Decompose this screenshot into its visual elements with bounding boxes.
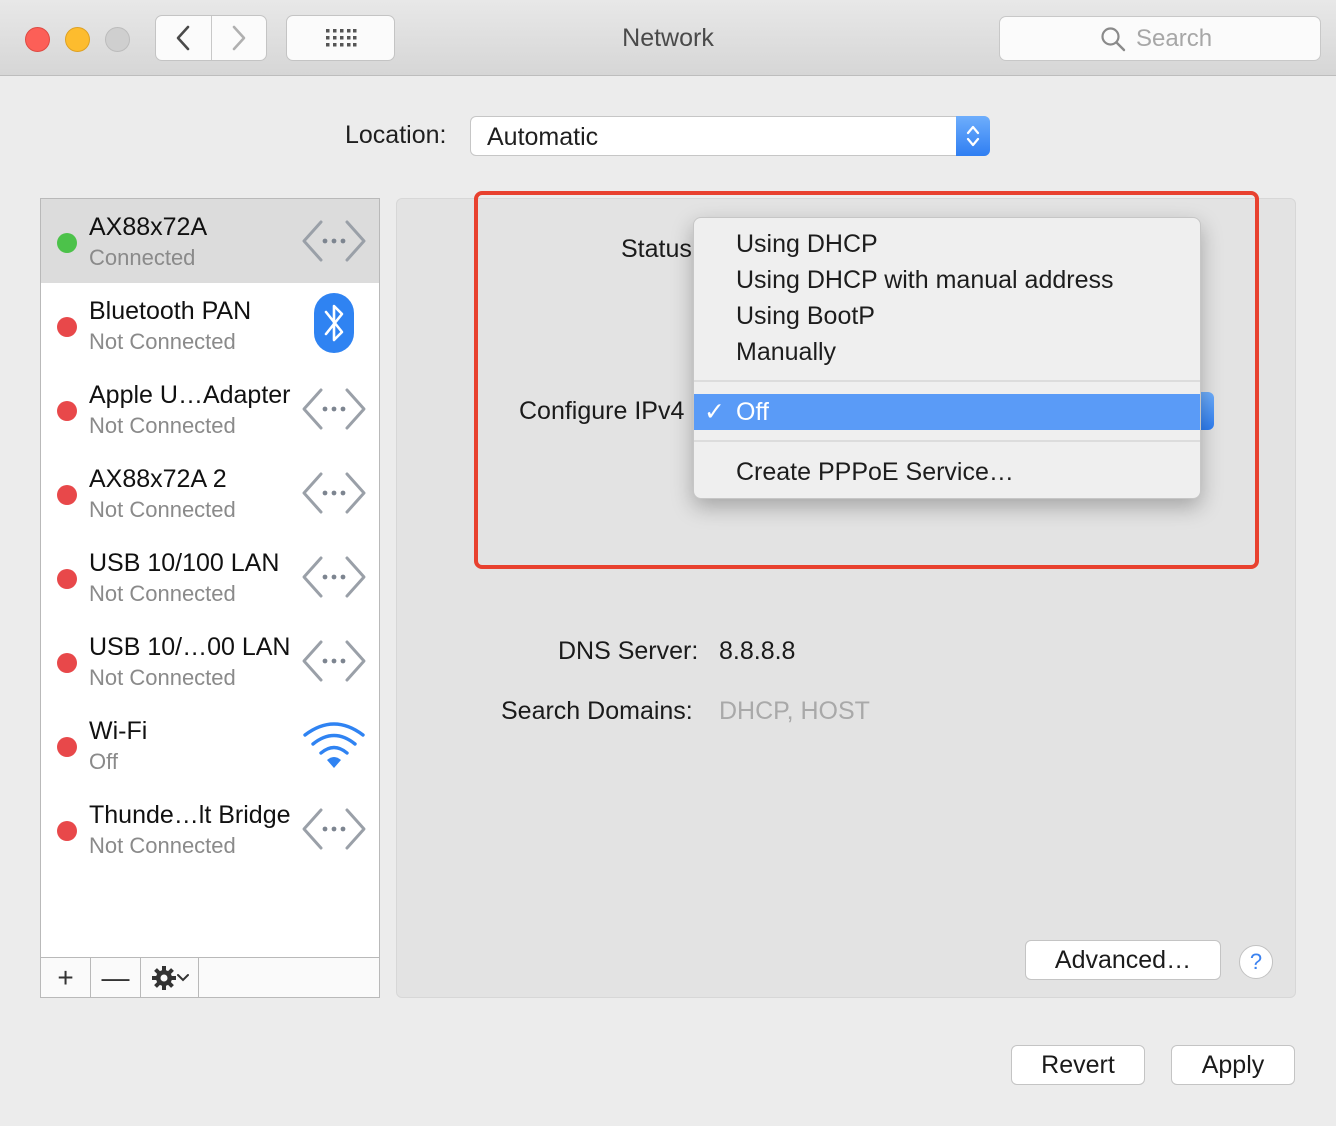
status-dot xyxy=(57,821,77,841)
ethernet-icon xyxy=(299,799,369,859)
title-bar: Network xyxy=(0,0,1336,76)
remove-service-button[interactable]: — xyxy=(91,958,141,997)
service-status: Not Connected xyxy=(89,665,236,690)
menu-item-dhcp-manual[interactable]: Using DHCP with manual address xyxy=(694,262,1200,298)
service-name: AX88x72A xyxy=(89,213,208,241)
service-name: AX88x72A 2 xyxy=(89,465,227,493)
service-status: Not Connected xyxy=(89,329,236,354)
service-item[interactable]: Wi-Fi Off xyxy=(41,703,379,787)
status-dot xyxy=(57,737,77,757)
menu-item-manually[interactable]: Manually xyxy=(694,334,1200,370)
service-name: USB 10/…00 LAN xyxy=(89,633,291,661)
dns-server-label: DNS Server: xyxy=(558,637,699,665)
chevron-down-icon xyxy=(176,973,189,981)
service-status: Off xyxy=(89,749,118,774)
popup-stepper xyxy=(956,116,990,156)
menu-item-using-dhcp[interactable]: Using DHCP xyxy=(694,226,1200,262)
service-status: Not Connected xyxy=(89,833,236,858)
ethernet-icon xyxy=(299,631,369,691)
menu-item-off-label: Off xyxy=(736,398,769,426)
menu-separator xyxy=(694,380,1200,382)
service-item[interactable]: Bluetooth PAN Not Connected xyxy=(41,283,379,367)
service-status: Not Connected xyxy=(89,581,236,606)
service-item[interactable]: AX88x72A 2 Not Connected xyxy=(41,451,379,535)
service-name: Thunde…lt Bridge xyxy=(89,801,291,829)
wifi-icon xyxy=(299,715,369,775)
action-menu-button[interactable] xyxy=(141,958,199,997)
status-dot xyxy=(57,401,77,421)
ethernet-icon xyxy=(299,211,369,271)
add-service-button[interactable]: + xyxy=(41,958,91,997)
service-status: Not Connected xyxy=(89,497,236,522)
status-dot xyxy=(57,485,77,505)
service-item[interactable]: Apple U…Adapter Not Connected xyxy=(41,367,379,451)
menu-separator xyxy=(694,440,1200,442)
service-name: Wi-Fi xyxy=(89,717,148,745)
service-item[interactable]: USB 10/…00 LAN Not Connected xyxy=(41,619,379,703)
menu-item-bootp[interactable]: Using BootP xyxy=(694,298,1200,334)
location-label: Location: xyxy=(345,121,447,149)
apply-button[interactable]: Apply xyxy=(1171,1045,1295,1085)
service-name: Apple U…Adapter xyxy=(89,381,291,409)
help-button[interactable]: ? xyxy=(1239,945,1273,979)
service-item[interactable]: AX88x72A Connected xyxy=(41,199,379,283)
configure-ipv4-menu: Using DHCP Using DHCP with manual addres… xyxy=(693,217,1201,499)
ethernet-icon xyxy=(299,547,369,607)
status-dot xyxy=(57,653,77,673)
search-icon xyxy=(1101,26,1126,51)
ethernet-icon xyxy=(299,463,369,523)
search-input[interactable] xyxy=(1136,24,1220,53)
search-field[interactable] xyxy=(999,16,1321,61)
menu-item-create-pppoe[interactable]: Create PPPoE Service… xyxy=(694,454,1200,490)
service-item[interactable]: USB 10/100 LAN Not Connected xyxy=(41,535,379,619)
search-domains-label: Search Domains: xyxy=(501,697,693,725)
advanced-button[interactable]: Advanced… xyxy=(1025,940,1221,980)
gear-icon xyxy=(151,965,176,990)
service-list: AX88x72A Connected Bluetooth PAN Not Con… xyxy=(40,198,380,958)
service-item[interactable]: Thunde…lt Bridge Not Connected xyxy=(41,787,379,871)
status-dot xyxy=(57,317,77,337)
service-status: Not Connected xyxy=(89,413,236,438)
dns-server-value: 8.8.8.8 xyxy=(719,637,796,665)
service-list-toolbar: + — xyxy=(40,957,380,998)
service-name: Bluetooth PAN xyxy=(89,297,252,325)
updown-arrows-icon xyxy=(966,125,980,147)
status-dot xyxy=(57,569,77,589)
bluetooth-icon xyxy=(299,293,369,353)
ethernet-icon xyxy=(299,379,369,439)
service-status: Connected xyxy=(89,245,196,270)
location-value: Automatic xyxy=(487,123,599,151)
menu-item-off[interactable]: ✓ Off xyxy=(694,394,1200,430)
location-popup[interactable]: Automatic xyxy=(470,116,990,156)
revert-button[interactable]: Revert xyxy=(1011,1045,1145,1085)
checkmark-icon: ✓ xyxy=(704,398,725,426)
status-dot xyxy=(57,233,77,253)
search-domains-value: DHCP, HOST xyxy=(719,697,870,725)
service-name: USB 10/100 LAN xyxy=(89,549,280,577)
